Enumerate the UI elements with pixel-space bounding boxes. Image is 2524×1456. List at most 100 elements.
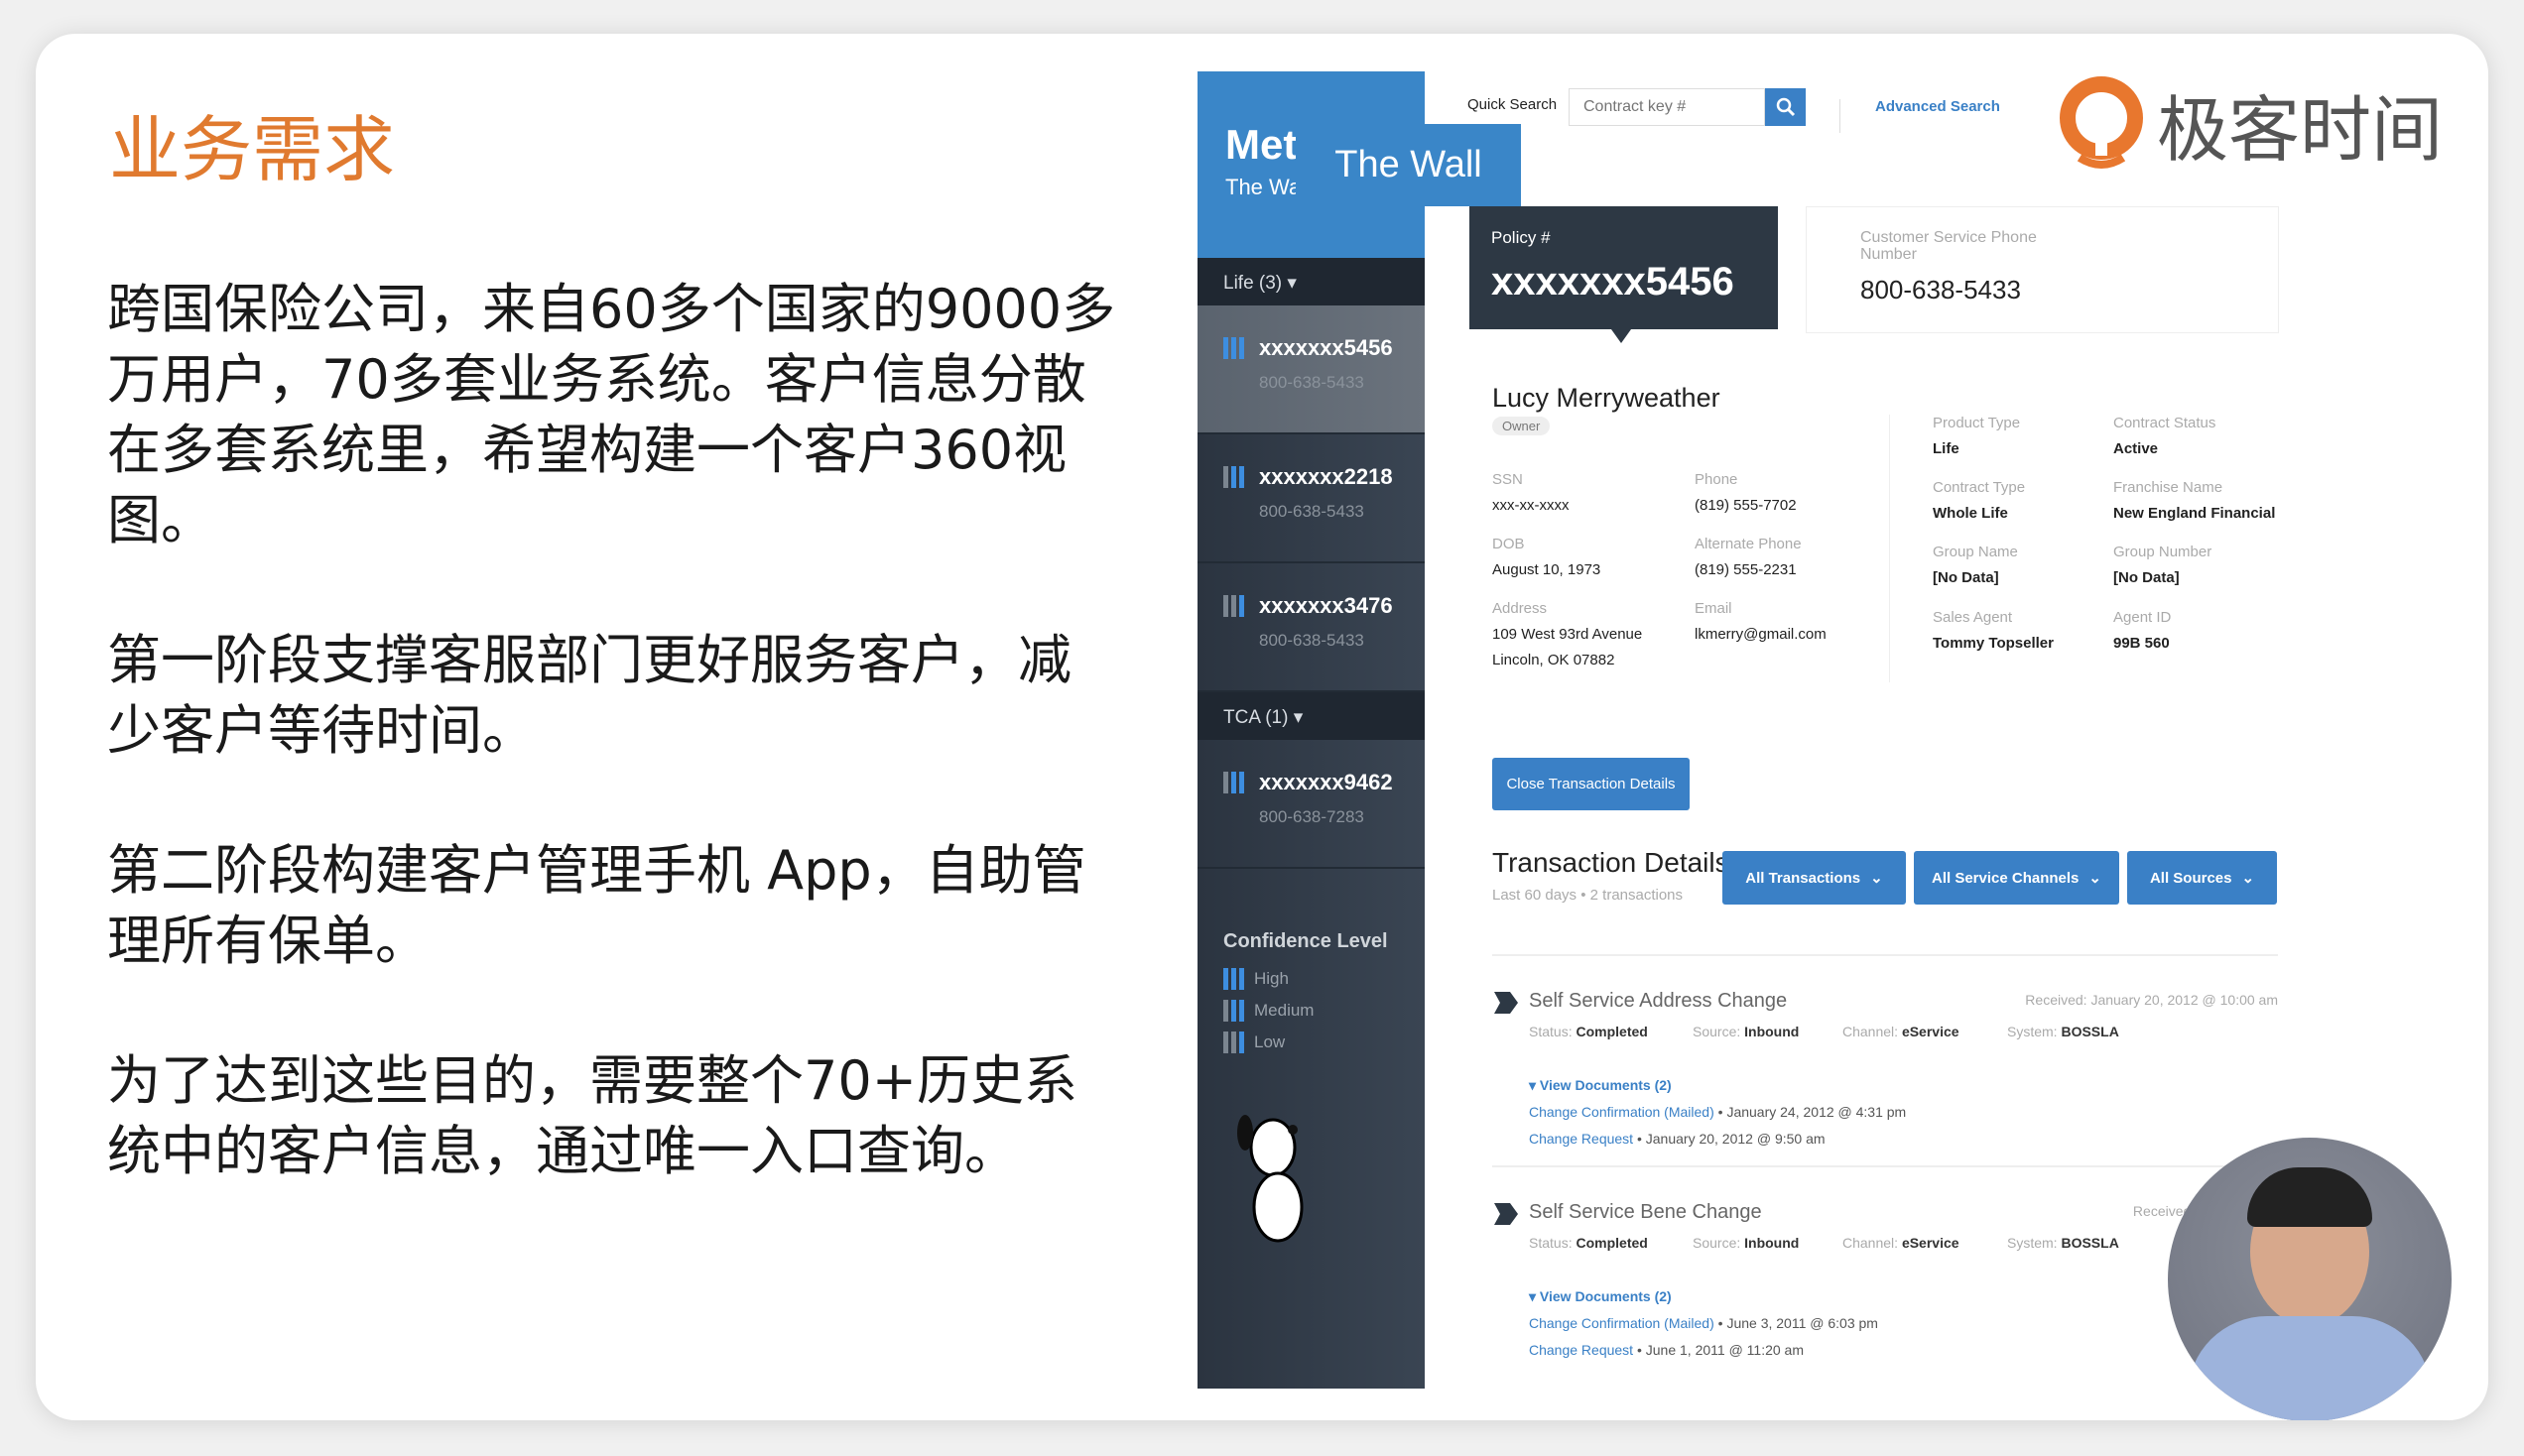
filter-sources-dropdown[interactable]: All Sources ⌄	[2127, 851, 2277, 905]
document-link[interactable]: Change Confirmation (Mailed)	[1529, 1315, 1714, 1331]
contract-value: [No Data]	[1933, 569, 1999, 586]
transactions-subtitle: Last 60 days • 2 transactions	[1492, 887, 1684, 904]
policy-number: xxxxxxx2218	[1259, 464, 1393, 489]
contract-value: 99B 560	[2113, 635, 2170, 652]
contract-label: Sales Agent	[1933, 609, 2013, 626]
chevron-down-icon: ⌄	[2241, 870, 2255, 887]
legend-high: High	[1223, 968, 1289, 990]
legend-medium: Medium	[1223, 1000, 1314, 1022]
group-tca[interactable]: TCA (1) ▾	[1198, 692, 1425, 740]
transaction-channel: Channel: eService	[1842, 1024, 1959, 1039]
contract-value: New England Financial	[2113, 505, 2276, 522]
contract-label: Franchise Name	[2113, 479, 2223, 496]
divider	[1889, 415, 1890, 682]
geektime-logo-icon	[2060, 75, 2143, 169]
confidence-medium-icon	[1223, 466, 1244, 488]
tooltip: The Wall	[1296, 124, 1521, 206]
view-documents-toggle[interactable]: ▾ View Documents (2)	[1529, 1288, 1672, 1305]
filter-transactions-dropdown[interactable]: All Transactions ⌄	[1722, 851, 1906, 905]
document-link[interactable]: Change Request	[1529, 1342, 1633, 1358]
policy-item[interactable]: xxxxxxx3476 800-638-5433	[1198, 563, 1425, 692]
logo-text: 极客时间	[2157, 88, 2444, 172]
dropdown-label: All Service Channels	[1932, 869, 2080, 887]
chevron-down-icon: ⌄	[1870, 870, 1883, 887]
view-documents-toggle[interactable]: ▾ View Documents (2)	[1529, 1077, 1672, 1094]
policy-label: Policy #	[1491, 228, 1551, 247]
advanced-search-link[interactable]: Advanced Search	[1875, 98, 2000, 115]
transaction-status: Status: Completed	[1529, 1024, 1648, 1039]
close-transaction-details-button[interactable]: Close Transaction Details	[1492, 758, 1690, 810]
contract-value: [No Data]	[2113, 569, 2180, 586]
divider	[1839, 99, 1840, 133]
contract-label: Contract Type	[1933, 479, 2026, 496]
transaction-status: Status: Completed	[1529, 1235, 1648, 1251]
field-value: 109 West 93rd Avenue	[1492, 626, 1643, 643]
policy-phone: 800-638-5433	[1259, 502, 1364, 521]
transaction-type-icon	[1492, 1201, 1520, 1232]
customer-name: Lucy Merryweather	[1492, 383, 1720, 413]
confidence-title: Confidence Level	[1223, 930, 1388, 952]
policy-phone: 800-638-5433	[1259, 373, 1364, 392]
paragraph: 为了达到这些目的，需要整个70+历史系统中的客户信息，通过唯一入口查询。	[107, 1049, 1077, 1182]
transaction-source: Source: Inbound	[1693, 1024, 1800, 1039]
bars-icon	[1223, 968, 1244, 990]
search-button[interactable]	[1765, 88, 1806, 126]
presenter-video	[2168, 1138, 2452, 1420]
group-life[interactable]: Life (3) ▾	[1198, 258, 1425, 305]
legend-label: High	[1254, 969, 1289, 988]
filter-channels-dropdown[interactable]: All Service Channels ⌄	[1914, 851, 2119, 905]
quick-search-label: Quick Search	[1467, 96, 1558, 113]
field-value: xxx-xx-xxxx	[1492, 497, 1570, 514]
contract-label: Agent ID	[2113, 609, 2172, 626]
cs-phone-card: Customer Service Phone Number 800-638-54…	[1806, 206, 2279, 333]
field-label: Alternate Phone	[1695, 536, 1802, 552]
policy-card: Policy # xxxxxxx5456	[1469, 206, 1778, 343]
document-item: Change Confirmation (Mailed) • June 3, 2…	[1529, 1315, 1878, 1331]
paragraph: 第一阶段支撑客服部门更好服务客户，减少客户等待时间。	[107, 629, 1072, 762]
document-item: Change Confirmation (Mailed) • January 2…	[1529, 1104, 1907, 1120]
field-value: (819) 555-2231	[1695, 561, 1797, 578]
policy-phone: 800-638-5433	[1259, 631, 1364, 650]
contract-value: Whole Life	[1933, 505, 2008, 522]
legend-label: Medium	[1254, 1001, 1315, 1020]
paragraph: 跨国保险公司，来自60多个国家的9000多万用户，70多套业务系统。客户信息分散…	[107, 278, 1116, 551]
search-input[interactable]	[1569, 88, 1765, 126]
transaction-system: System: BOSSLA	[2007, 1024, 2119, 1039]
cs-phone-value: 800-638-5433	[1860, 275, 2021, 304]
document-link[interactable]: Change Confirmation (Mailed)	[1529, 1104, 1714, 1120]
policy-number: xxxxxxx5456	[1491, 260, 1734, 303]
contract-value: Tommy Topseller	[1933, 635, 2054, 652]
transaction-type-icon	[1492, 990, 1520, 1021]
legend-low: Low	[1223, 1031, 1285, 1053]
bars-icon	[1223, 1000, 1244, 1022]
dropdown-label: All Transactions	[1745, 869, 1861, 887]
field-value: August 10, 1973	[1492, 561, 1601, 578]
paragraph: 第二阶段构建客户管理手机 App，自助管理所有保单。	[107, 839, 1086, 972]
contract-label: Product Type	[1933, 415, 2021, 431]
document-link[interactable]: Change Request	[1529, 1131, 1633, 1147]
policy-phone: 800-638-7283	[1259, 807, 1364, 826]
slide-title: 业务需求	[109, 108, 396, 191]
geektime-logo: 极客时间	[2060, 71, 2443, 176]
chevron-down-icon: ⌄	[2088, 870, 2101, 887]
field-label: SSN	[1492, 471, 1523, 488]
brand-logo: Met	[1225, 121, 1298, 168]
policy-item[interactable]: xxxxxxx2218 800-638-5433	[1198, 434, 1425, 563]
divider	[1492, 954, 2278, 956]
brand-subtitle: The Wa	[1225, 175, 1302, 199]
contract-label: Group Number	[2113, 544, 2212, 560]
transaction-received: Received: January 20, 2012 @ 10:00 am	[2025, 992, 2278, 1008]
app-sidebar: Met The Wa Life (3) ▾ xxxxxxx5456 800-63…	[1198, 71, 1425, 1389]
confidence-high-icon	[1223, 337, 1244, 359]
transaction-channel: Channel: eService	[1842, 1235, 1959, 1251]
snoopy-illustration	[1237, 1115, 1304, 1243]
contract-value: Active	[2113, 440, 2159, 457]
role-badge: Owner	[1492, 417, 1551, 435]
policy-number: xxxxxxx5456	[1259, 335, 1393, 360]
document-item: Change Request • June 1, 2011 @ 11:20 am	[1529, 1342, 1805, 1358]
field-label: Email	[1695, 600, 1732, 617]
policy-item[interactable]: xxxxxxx5456 800-638-5433	[1198, 305, 1425, 434]
document-item: Change Request • January 20, 2012 @ 9:50…	[1529, 1131, 1826, 1147]
confidence-high-icon	[1223, 772, 1244, 793]
policy-item[interactable]: xxxxxxx9462 800-638-7283	[1198, 740, 1425, 869]
